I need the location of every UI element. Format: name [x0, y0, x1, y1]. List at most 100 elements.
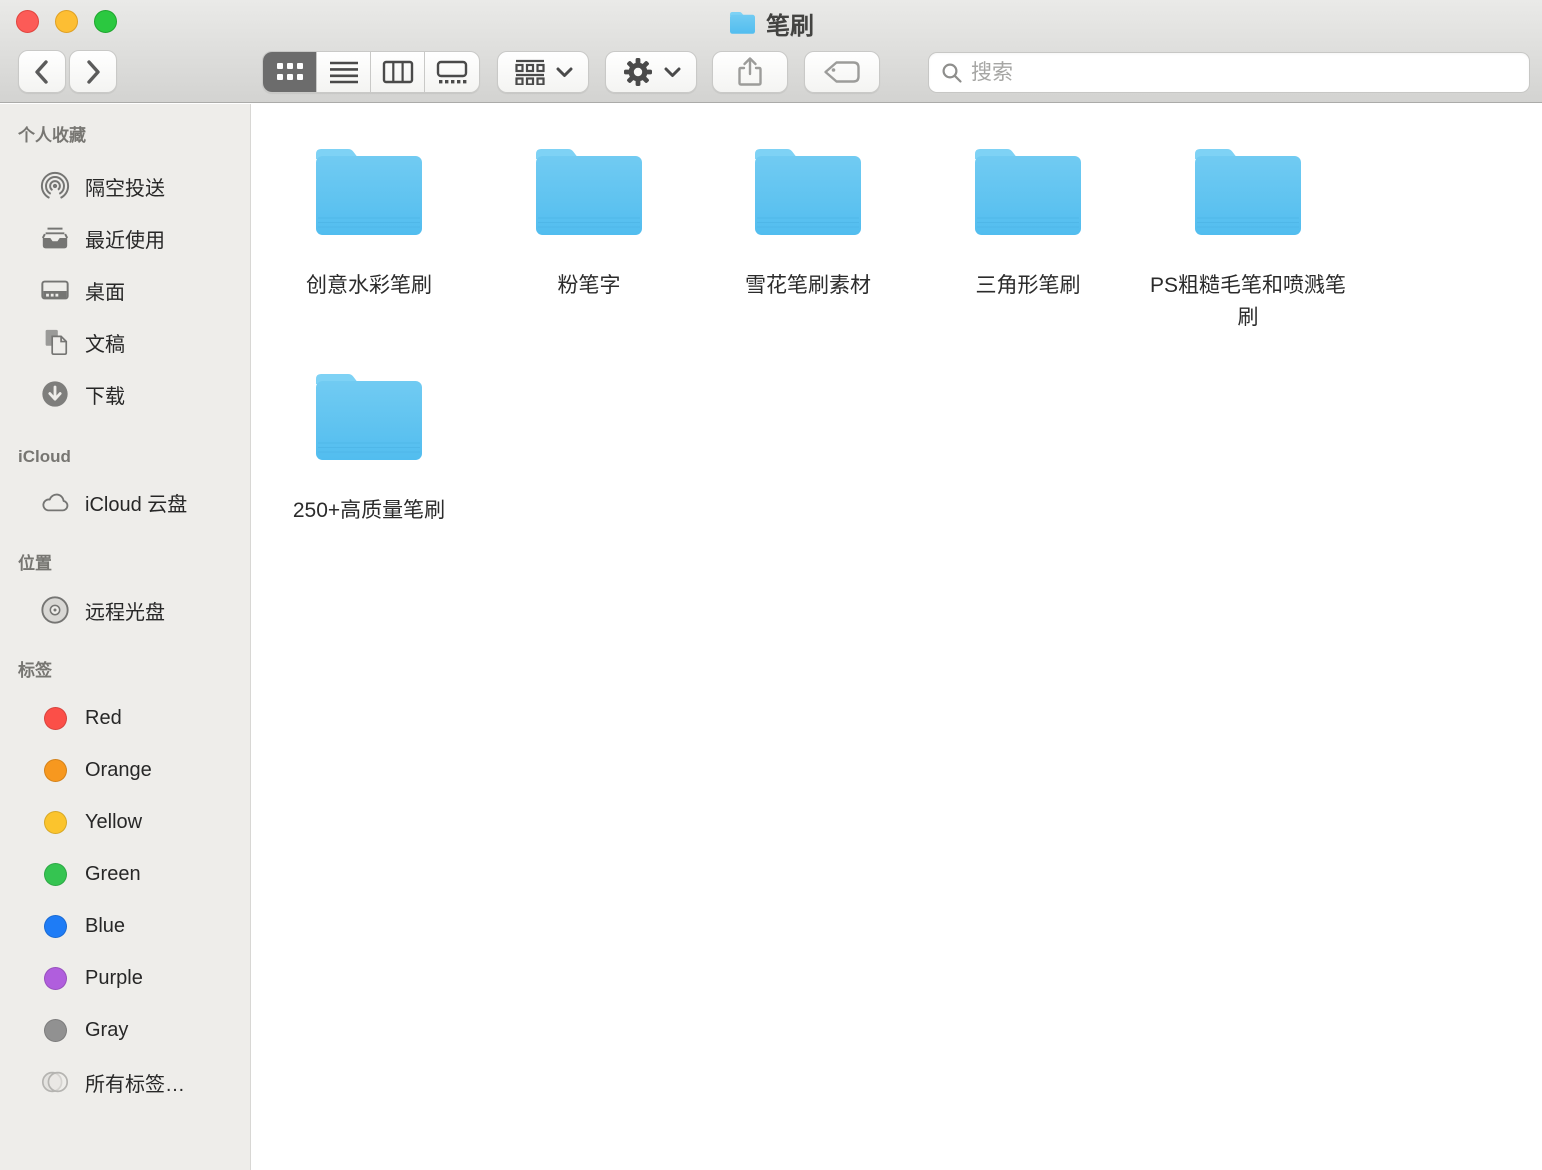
column-view-button[interactable]: [371, 52, 425, 92]
folder-icon: [1188, 145, 1308, 239]
remote-disc-icon: [40, 595, 70, 625]
finder-window: 笔刷: [0, 0, 1542, 1170]
sidebar-item-label: 最近使用: [85, 224, 165, 253]
group-by-icon: [514, 59, 546, 85]
tag-toolbar-button[interactable]: [804, 51, 880, 93]
sidebar-section-locations: 位置: [0, 552, 250, 576]
folder-item[interactable]: 创意水彩笔刷: [259, 145, 479, 302]
sidebar-section-tags: 标签: [0, 659, 250, 683]
purple-tag-icon: [44, 967, 67, 990]
chevron-down-icon: [664, 67, 681, 78]
action-menu-button[interactable]: [605, 51, 697, 93]
folder-item[interactable]: 雪花笔刷素材: [698, 145, 918, 302]
window-title-group: 笔刷: [0, 7, 1542, 39]
search-icon: [941, 62, 963, 84]
tag-icon: [823, 60, 861, 84]
window-title: 笔刷: [766, 6, 814, 41]
sidebar-item-label: Green: [85, 863, 141, 886]
folder-item[interactable]: 三角形笔刷: [918, 145, 1138, 302]
chevron-right-icon: [83, 59, 103, 85]
sidebar-item-all-tags[interactable]: 所有标签…: [0, 1056, 250, 1108]
gray-tag-icon: [44, 1019, 67, 1042]
red-tag-icon: [44, 707, 67, 730]
all-tags-icon: [40, 1067, 70, 1097]
list-view-button[interactable]: [317, 52, 371, 92]
group-by-button[interactable]: [497, 51, 589, 93]
icon-view-button[interactable]: [263, 52, 317, 92]
sidebar-item-label: 下载: [85, 380, 125, 409]
documents-icon: [40, 327, 70, 357]
search-input[interactable]: [971, 61, 1517, 85]
chevron-down-icon: [556, 67, 573, 78]
sidebar-item-label: 隔空投送: [85, 172, 165, 201]
forward-button[interactable]: [69, 50, 117, 93]
icon-view-icon: [275, 61, 305, 83]
folder-label: 三角形笔刷: [918, 270, 1138, 302]
folder-label: 粉笔字: [479, 270, 699, 302]
folder-icon: [748, 145, 868, 239]
sidebar-item-tag-blue[interactable]: Blue: [0, 900, 250, 952]
share-icon: [736, 56, 764, 88]
sidebar-item-tag-purple[interactable]: Purple: [0, 952, 250, 1004]
sidebar-item-label: Red: [85, 707, 122, 730]
sidebar-item-icloud-drive[interactable]: iCloud 云盘: [0, 476, 250, 528]
back-button[interactable]: [18, 50, 66, 93]
sidebar-item-tag-yellow[interactable]: Yellow: [0, 796, 250, 848]
sidebar-item-tag-orange[interactable]: Orange: [0, 744, 250, 796]
sidebar-section-favorites: 个人收藏: [0, 124, 250, 148]
sidebar-section-icloud: iCloud: [0, 445, 250, 469]
sidebar-item-documents[interactable]: 文稿: [0, 316, 250, 368]
recents-icon: [40, 223, 70, 253]
sidebar-item-label: 文稿: [85, 328, 125, 357]
sidebar: 个人收藏 隔空投送: [0, 104, 251, 1170]
gear-icon: [622, 56, 654, 88]
list-view-icon: [328, 60, 360, 84]
desktop-icon: [40, 275, 70, 305]
downloads-icon: [40, 379, 70, 409]
folder-icon: [728, 11, 757, 35]
sidebar-item-label: Yellow: [85, 811, 142, 834]
sidebar-item-label: 远程光盘: [85, 596, 165, 625]
folder-item[interactable]: 250+高质量笔刷: [259, 370, 479, 527]
sidebar-item-tag-red[interactable]: Red: [0, 692, 250, 744]
yellow-tag-icon: [44, 811, 67, 834]
folder-icon: [968, 145, 1088, 239]
chevron-left-icon: [32, 59, 52, 85]
sidebar-item-desktop[interactable]: 桌面: [0, 264, 250, 316]
view-mode-switcher: [262, 51, 480, 93]
sidebar-item-label: Blue: [85, 915, 125, 938]
sidebar-item-label: iCloud 云盘: [85, 488, 187, 517]
navigation-buttons: [18, 50, 117, 93]
column-view-icon: [382, 60, 414, 84]
gallery-view-icon: [435, 60, 469, 84]
sidebar-item-remote-disc[interactable]: 远程光盘: [0, 584, 250, 636]
sidebar-item-recents[interactable]: 最近使用: [0, 212, 250, 264]
sidebar-item-label: Orange: [85, 759, 152, 782]
share-button[interactable]: [712, 51, 788, 93]
gallery-view-button[interactable]: [425, 52, 479, 92]
folder-label: PS粗糙毛笔和喷溅笔刷: [1138, 270, 1358, 333]
folder-label: 雪花笔刷素材: [698, 270, 918, 302]
sidebar-item-airdrop[interactable]: 隔空投送: [0, 160, 250, 212]
sidebar-item-tag-green[interactable]: Green: [0, 848, 250, 900]
airdrop-icon: [40, 171, 70, 201]
folder-item[interactable]: PS粗糙毛笔和喷溅笔刷: [1138, 145, 1358, 333]
icloud-drive-icon: [40, 487, 70, 517]
sidebar-item-label: 所有标签…: [85, 1068, 185, 1097]
sidebar-item-label: Gray: [85, 1019, 128, 1042]
search-field[interactable]: [928, 52, 1530, 93]
sidebar-item-tag-gray[interactable]: Gray: [0, 1004, 250, 1056]
sidebar-item-label: Purple: [85, 967, 143, 990]
green-tag-icon: [44, 863, 67, 886]
sidebar-item-label: 桌面: [85, 276, 125, 305]
folder-item[interactable]: 粉笔字: [479, 145, 699, 302]
folder-icon: [309, 145, 429, 239]
window-body: 个人收藏 隔空投送: [0, 104, 1542, 1170]
folder-contents: 创意水彩笔刷 粉笔字: [251, 104, 1542, 1170]
blue-tag-icon: [44, 915, 67, 938]
title-and-toolbar: 笔刷: [0, 0, 1542, 103]
folder-icon: [309, 370, 429, 464]
folder-label: 创意水彩笔刷: [259, 270, 479, 302]
folder-label: 250+高质量笔刷: [259, 495, 479, 527]
sidebar-item-downloads[interactable]: 下载: [0, 368, 250, 420]
